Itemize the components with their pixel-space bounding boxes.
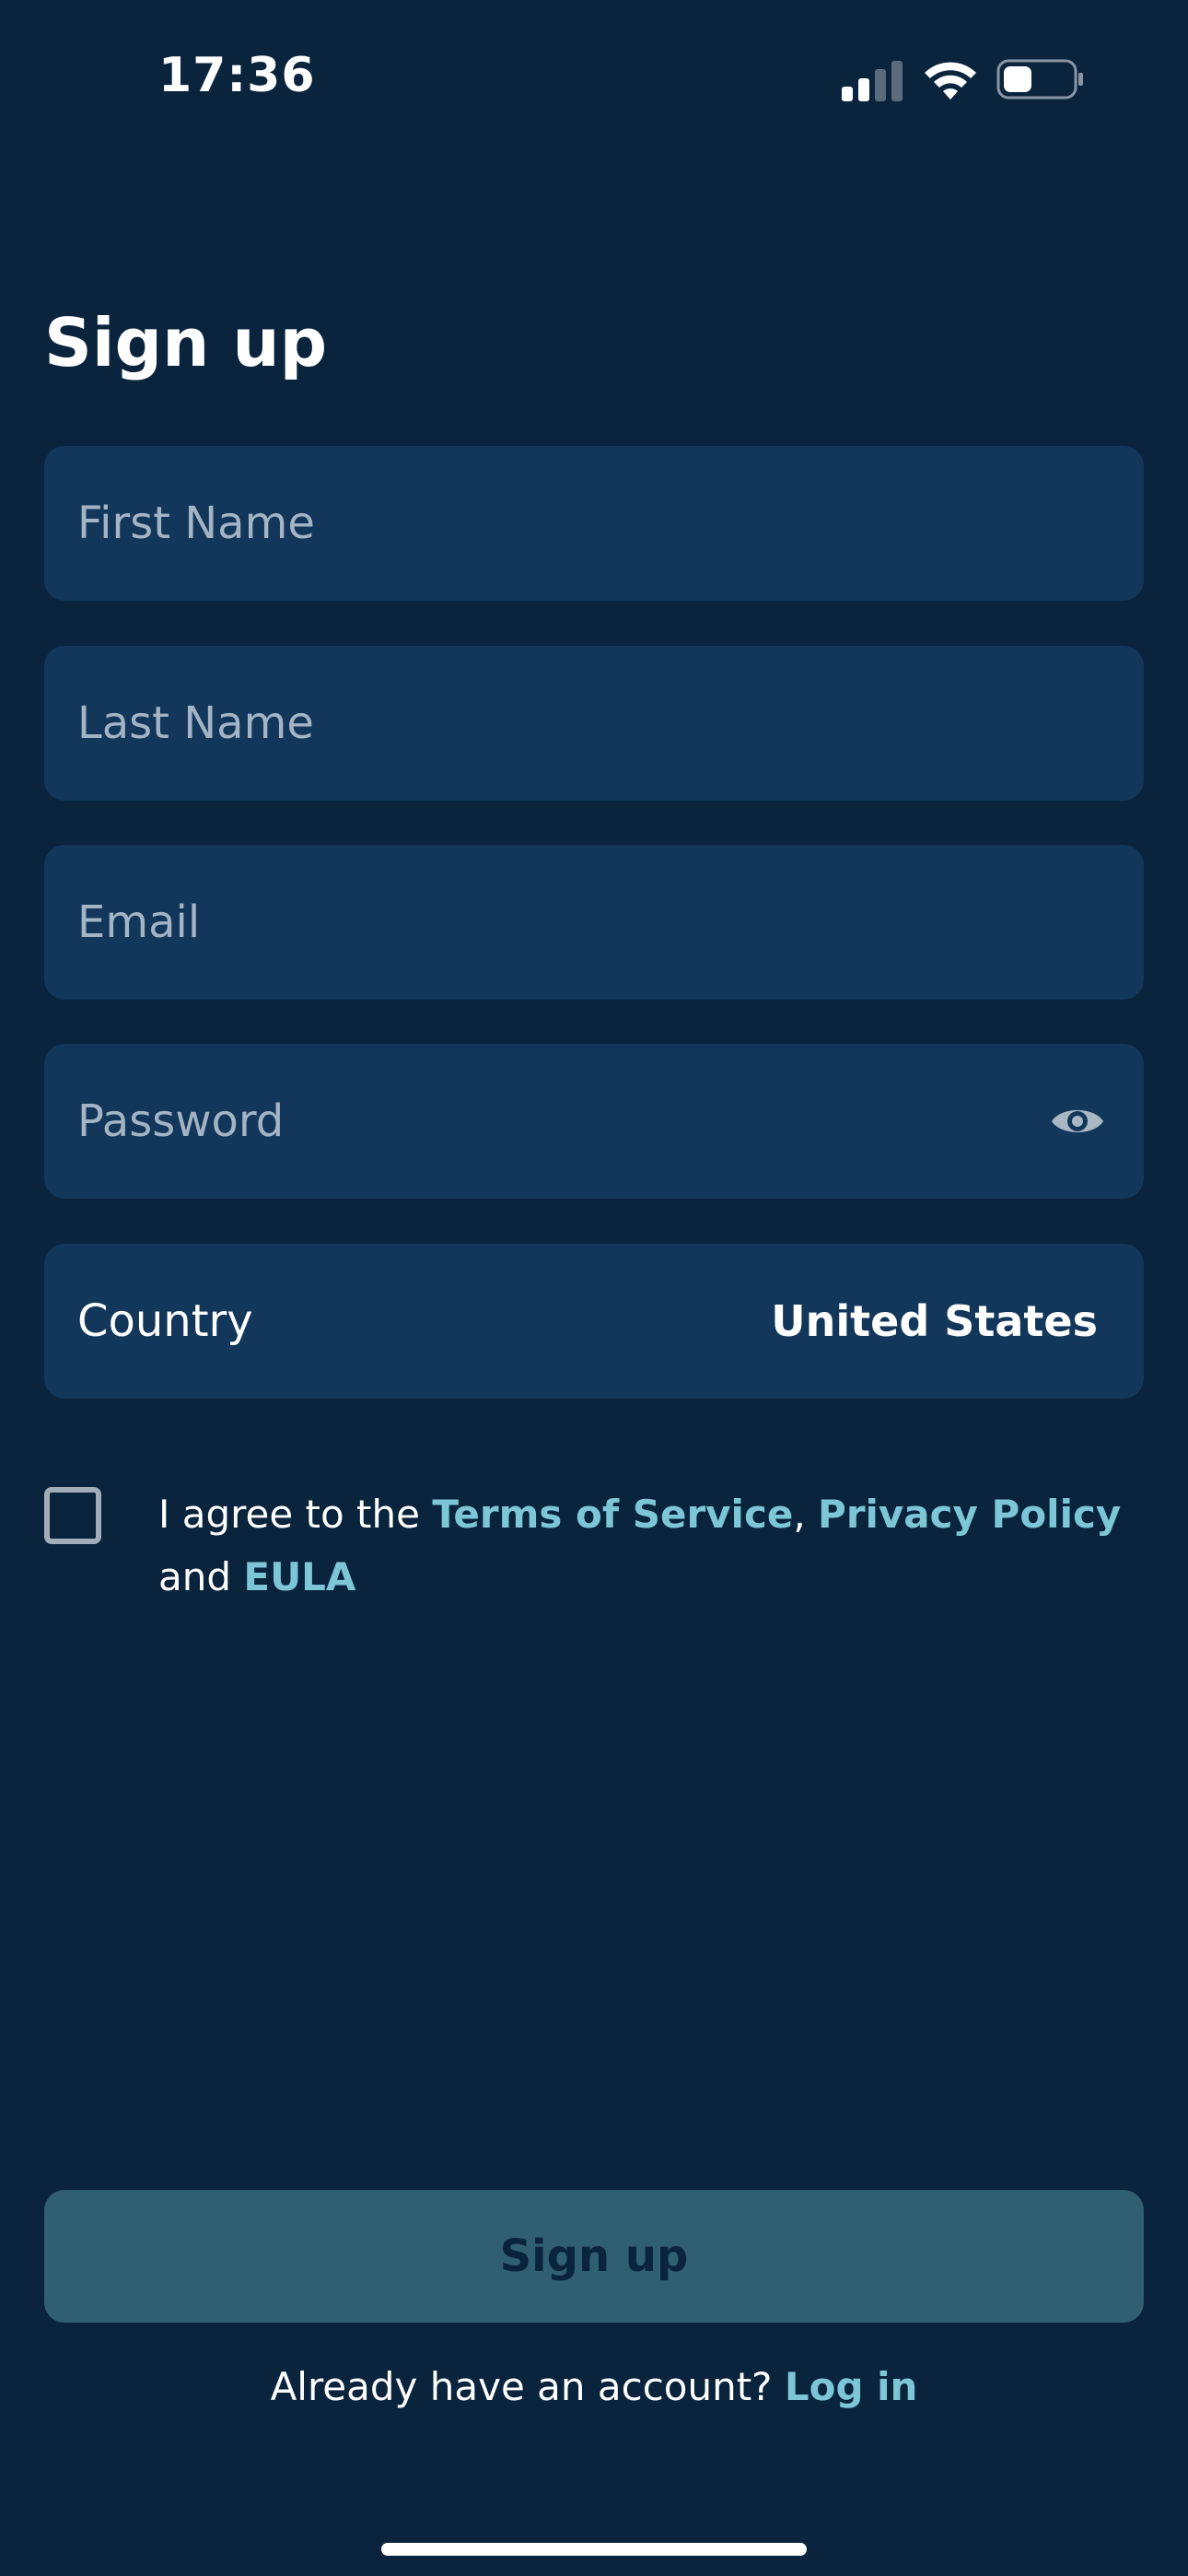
eye-icon[interactable] (1050, 1101, 1105, 1142)
agreement-separator: , (793, 1492, 819, 1537)
signal-icon (842, 61, 903, 101)
privacy-policy-link[interactable]: Privacy Policy (818, 1492, 1121, 1537)
wifi-icon (925, 62, 976, 100)
first-name-placeholder: First Name (77, 498, 315, 549)
agreement-prefix: I agree to the (158, 1492, 433, 1537)
country-label: Country (77, 1295, 253, 1347)
password-field[interactable]: Password (44, 1044, 1144, 1199)
first-name-field[interactable]: First Name (44, 446, 1144, 601)
eula-link[interactable]: EULA (243, 1554, 355, 1599)
country-value: United States (771, 1296, 1098, 1346)
password-placeholder: Password (77, 1095, 285, 1147)
page-title: Sign up (44, 304, 328, 381)
email-field[interactable]: Email (44, 845, 1144, 1000)
login-link[interactable]: Log in (785, 2364, 918, 2409)
agreement-text: I agree to the Terms of Service, Privacy… (158, 1483, 1135, 1609)
country-selector[interactable]: Country United States (44, 1244, 1144, 1399)
last-name-field[interactable]: Last Name (44, 646, 1144, 801)
login-prompt: Already have an account? (270, 2364, 785, 2409)
battery-icon (996, 59, 1083, 100)
email-placeholder: Email (77, 896, 201, 948)
last-name-placeholder: Last Name (77, 697, 314, 749)
signup-button[interactable]: Sign up (44, 2190, 1144, 2323)
signup-button-label: Sign up (499, 2231, 689, 2282)
status-time: 17:36 (158, 48, 316, 103)
agreement-and: and (158, 1554, 244, 1599)
agree-checkbox[interactable] (44, 1487, 101, 1544)
login-row: Already have an account? Log in (0, 2364, 1188, 2409)
terms-of-service-link[interactable]: Terms of Service (432, 1492, 793, 1537)
home-indicator (381, 2543, 807, 2556)
